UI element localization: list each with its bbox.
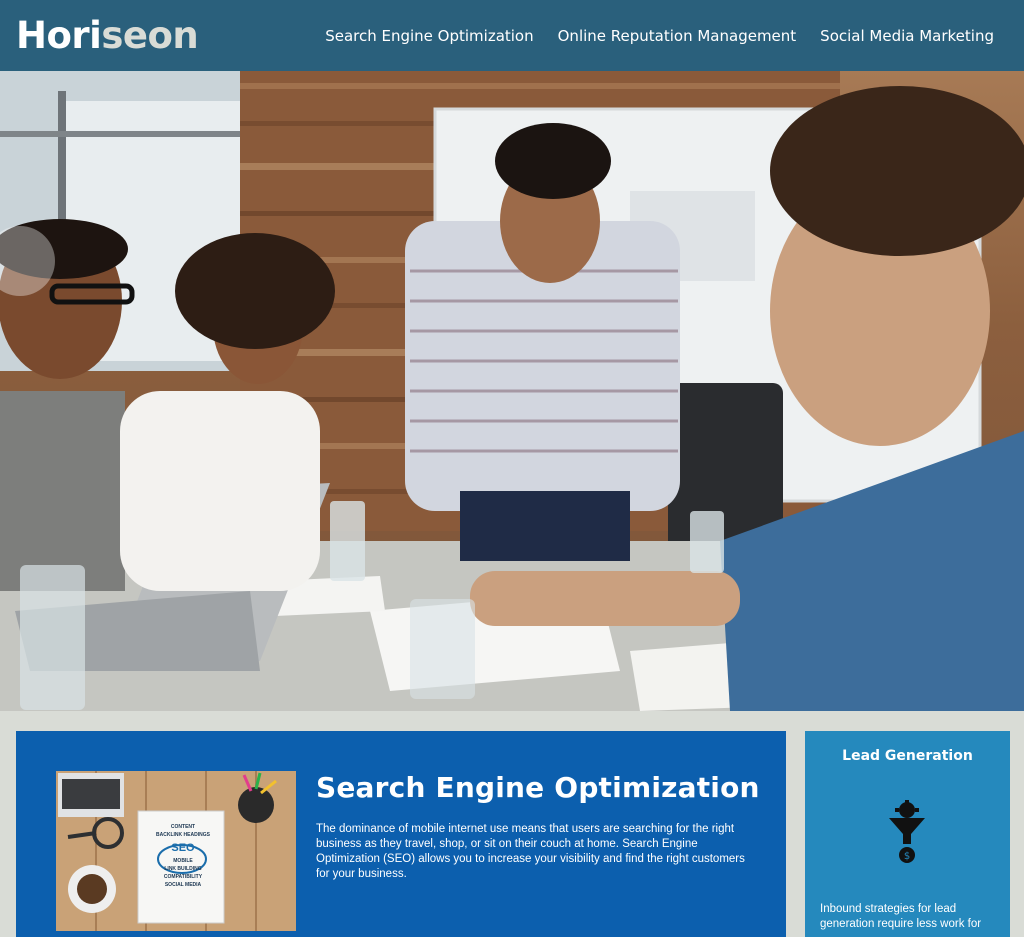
- seo-word-mobile: MOBILE: [173, 858, 193, 864]
- nav-link-seo[interactable]: Search Engine Optimization: [325, 27, 533, 45]
- lead-funnel-icon: $: [889, 800, 925, 863]
- lead-generation-card: Lead Generation $ Inbound strategies for…: [805, 731, 1010, 937]
- seo-word-link-building: LINK BUILDING: [164, 866, 202, 872]
- site-header: Horiseon Search Engine Optimization Onli…: [0, 0, 1024, 71]
- seo-word-compatibility: COMPATIBILITY: [163, 874, 203, 880]
- seo-section: CONTENT BACKLINK HEADINGS SEO MOBILE LIN…: [16, 731, 786, 937]
- logo-accent: seon: [101, 14, 199, 57]
- nav-link-reputation[interactable]: Online Reputation Management: [558, 27, 797, 45]
- hero-image: [0, 71, 1024, 711]
- site-logo[interactable]: Horiseon: [16, 14, 199, 57]
- seo-section-title: Search Engine Optimization: [316, 771, 760, 804]
- hero-photo-meeting: [0, 71, 1024, 711]
- seo-section-text: The dominance of mobile internet use mea…: [316, 823, 745, 880]
- seo-word-backlink: BACKLINK: [156, 832, 183, 838]
- seo-word-headings: HEADINGS: [183, 832, 210, 838]
- logo-primary: Hori: [16, 14, 102, 57]
- lead-generation-text: Inbound strategies for lead generation r…: [820, 903, 982, 930]
- seo-word-seo: SEO: [171, 842, 195, 854]
- main-nav: Search Engine Optimization Online Reputa…: [301, 27, 994, 45]
- seo-image-words: CONTENT BACKLINK HEADINGS SEO MOBILE LIN…: [148, 823, 218, 889]
- seo-word-content: CONTENT: [170, 824, 196, 830]
- lead-generation-title: Lead Generation: [842, 748, 973, 764]
- nav-link-social[interactable]: Social Media Marketing: [820, 27, 994, 45]
- svg-text:$: $: [904, 851, 910, 862]
- seo-word-social-media: SOCIAL MEDIA: [164, 882, 202, 888]
- seo-image: CONTENT BACKLINK HEADINGS SEO MOBILE LIN…: [56, 771, 296, 931]
